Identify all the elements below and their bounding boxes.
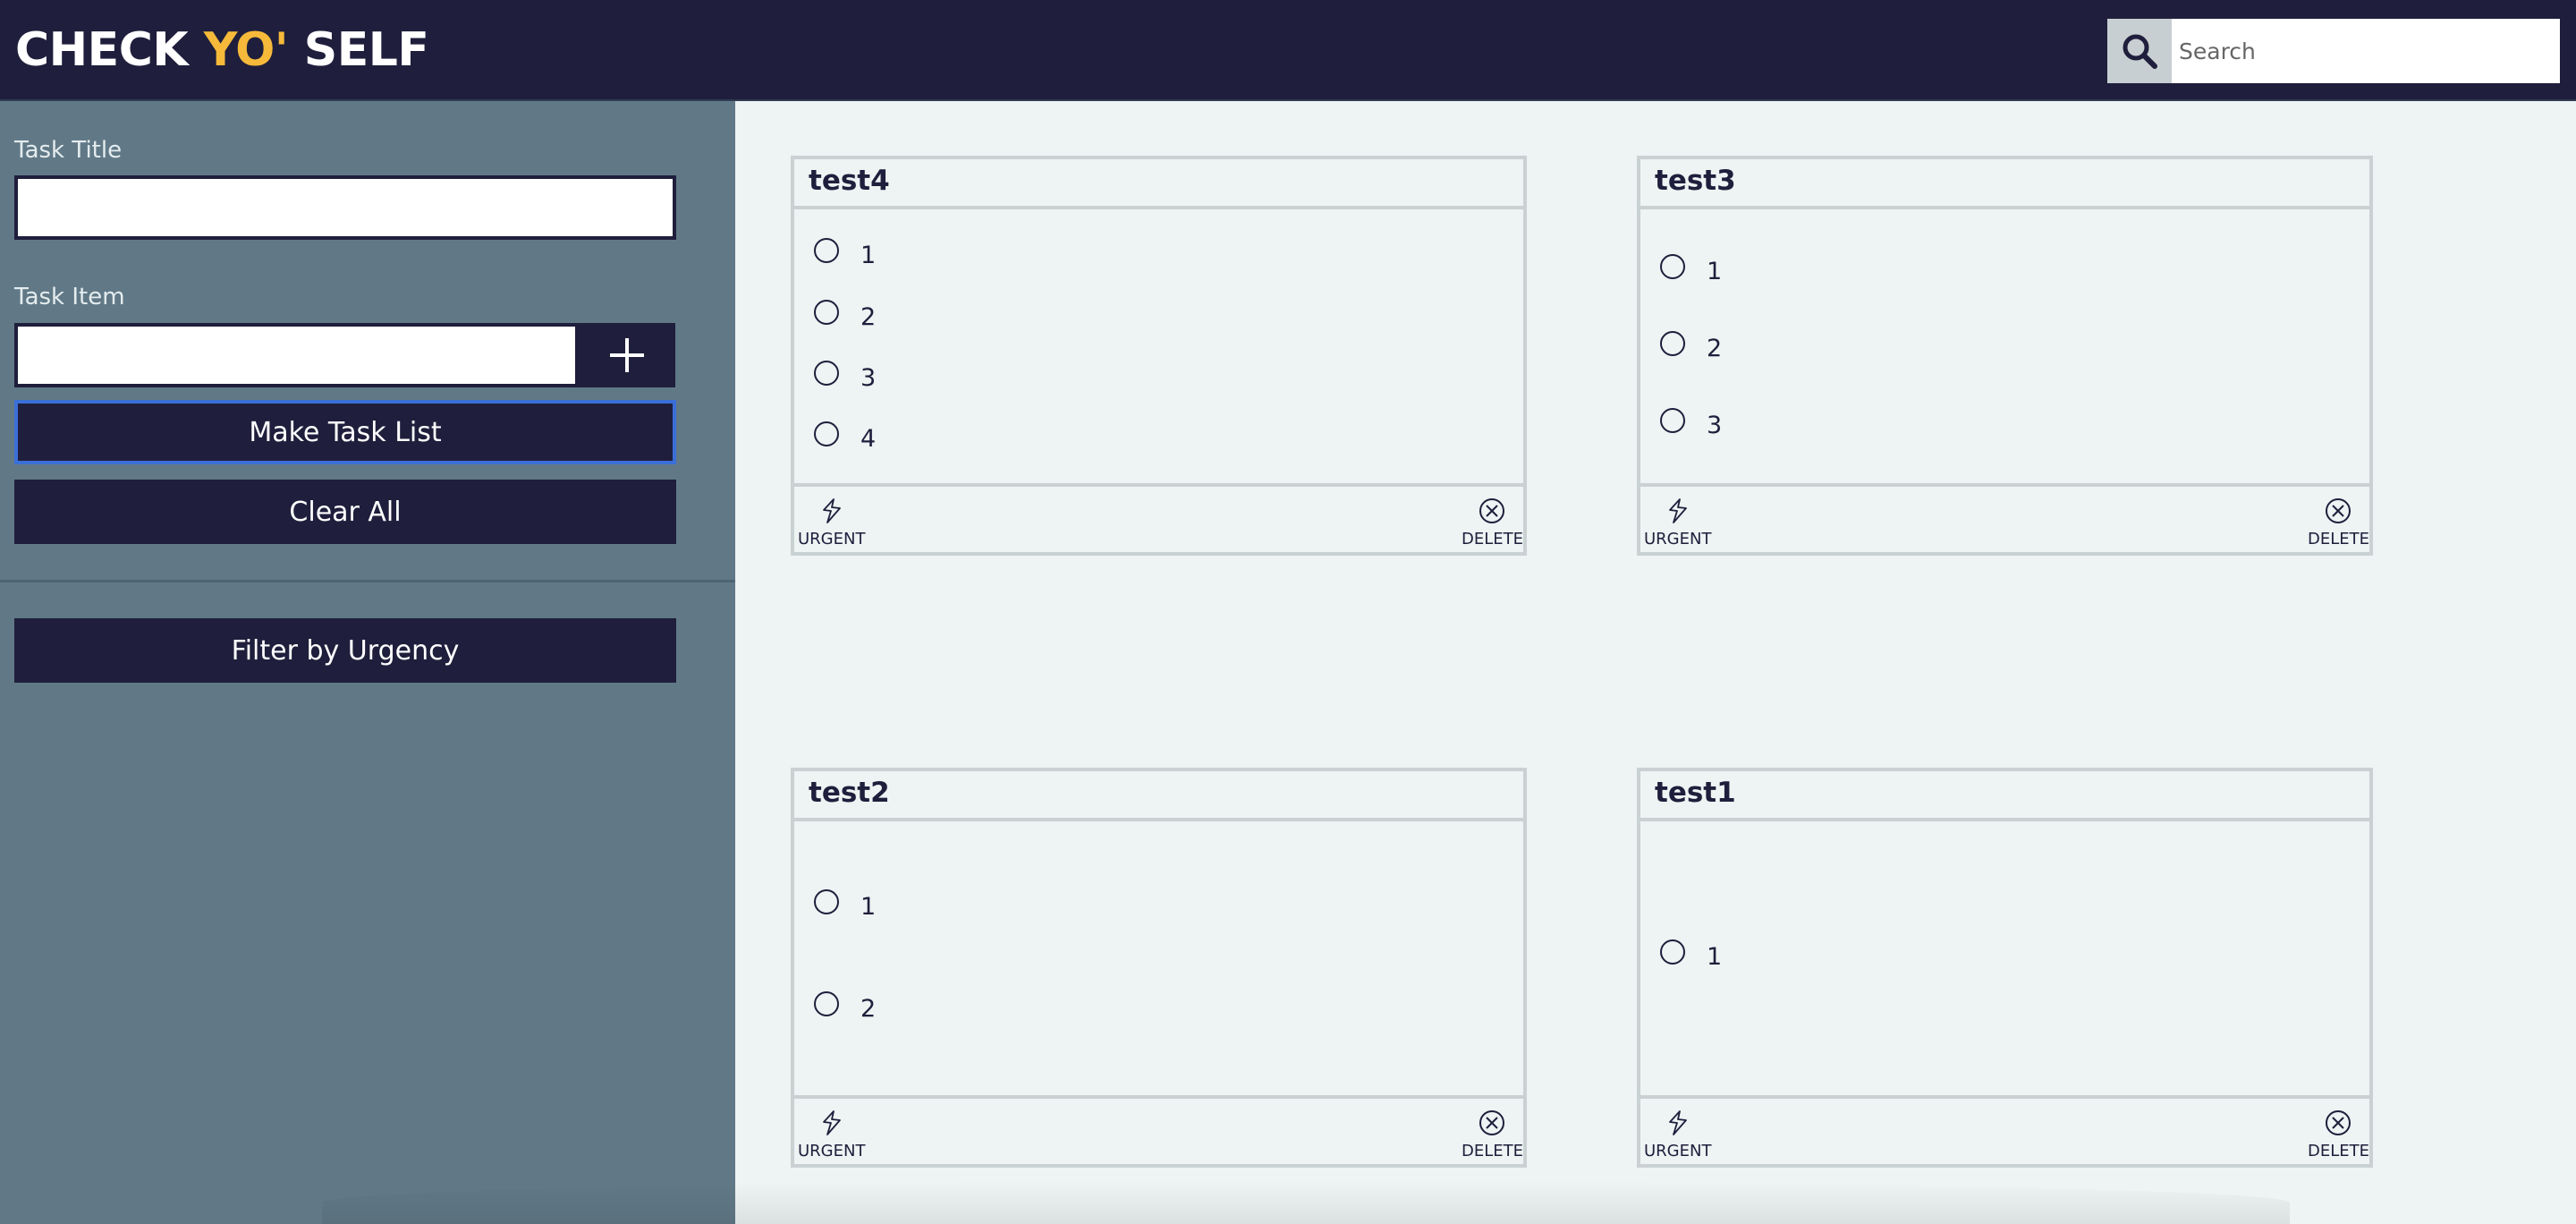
urgent-label: URGENT [798, 530, 866, 548]
make-task-list-button[interactable]: Make Task List [14, 400, 676, 464]
delete-label: DELETE [1461, 530, 1523, 548]
task-checkbox[interactable] [814, 360, 839, 386]
task-item-text: 1 [860, 242, 877, 269]
urgent-label: URGENT [798, 1142, 866, 1160]
task-item-input[interactable] [14, 323, 579, 387]
delete-button[interactable]: DELETE [1462, 497, 1523, 548]
delete-button[interactable]: DELETE [2308, 1109, 2369, 1160]
task-item-text: 2 [860, 303, 877, 331]
logo-text-self: SELF [288, 23, 429, 77]
card-title: test2 [794, 771, 1523, 821]
sidebar: Task Title Task Item Make Task List Clea… [0, 101, 735, 1224]
task-checkbox[interactable] [814, 888, 839, 914]
card-title: test4 [794, 159, 1523, 209]
task-card: test4 1 2 3 4 URGENT DELETE [791, 156, 1527, 556]
delete-label: DELETE [2307, 530, 2369, 548]
card-footer: URGENT DELETE [1640, 1095, 2369, 1164]
lightning-icon [1668, 498, 1687, 523]
task-item: 1 [814, 888, 876, 921]
task-item-text: 2 [860, 995, 877, 1023]
task-item-text: 4 [860, 425, 877, 453]
task-checkbox[interactable] [814, 421, 839, 446]
urgent-label: URGENT [1644, 530, 1712, 548]
app-header: CHECK YO' SELF [0, 0, 2576, 101]
urgent-label: URGENT [1644, 1142, 1712, 1160]
clear-all-button[interactable]: Clear All [14, 480, 676, 544]
search-button[interactable] [2107, 19, 2172, 83]
plus-icon [610, 338, 644, 372]
card-task-list: 1 2 3 [1640, 209, 2369, 483]
card-title: test3 [1640, 159, 2369, 209]
lightning-icon [822, 498, 841, 523]
task-item: 2 [1660, 329, 1722, 362]
task-checkbox[interactable] [1660, 939, 1685, 965]
task-item: 3 [1660, 406, 1722, 439]
card-task-list: 1 [1640, 821, 2369, 1095]
add-task-item-button[interactable] [579, 323, 675, 387]
search-input[interactable] [2172, 19, 2560, 83]
task-title-input[interactable] [14, 175, 676, 240]
delete-icon [2326, 1110, 2351, 1135]
task-card: test2 1 2 URGENT DELETE [791, 768, 1527, 1168]
search-bar [2107, 19, 2560, 83]
delete-button[interactable]: DELETE [1462, 1109, 1523, 1160]
task-checkbox[interactable] [814, 990, 839, 1016]
card-task-list: 1 2 3 4 [794, 209, 1523, 483]
task-item: 1 [814, 236, 876, 269]
task-item-text: 1 [1707, 258, 1723, 285]
delete-icon [1479, 498, 1505, 523]
task-title-label: Task Title [14, 137, 123, 164]
lightning-icon [822, 1110, 841, 1135]
task-item-text: 2 [1707, 335, 1723, 362]
task-item: 3 [814, 359, 876, 392]
card-footer: URGENT DELETE [794, 1095, 1523, 1164]
task-card: test3 1 2 3 URGENT DELETE [1637, 156, 2373, 556]
card-title: test1 [1640, 771, 2369, 821]
urgent-button[interactable]: URGENT [1644, 497, 1711, 548]
delete-label: DELETE [1461, 1142, 1523, 1160]
urgent-button[interactable]: URGENT [798, 497, 865, 548]
task-item: 1 [1660, 252, 1722, 285]
delete-button[interactable]: DELETE [2308, 497, 2369, 548]
task-card: test1 1 URGENT DELETE [1637, 768, 2373, 1168]
task-item-label: Task Item [14, 284, 125, 310]
task-item: 4 [814, 420, 876, 453]
filter-by-urgency-button[interactable]: Filter by Urgency [14, 618, 676, 683]
card-task-list: 1 2 [794, 821, 1523, 1095]
card-footer: URGENT DELETE [794, 483, 1523, 552]
task-item: 2 [814, 298, 876, 331]
urgent-button[interactable]: URGENT [1644, 1109, 1711, 1160]
search-icon [2123, 34, 2157, 69]
task-item: 1 [1660, 938, 1722, 971]
logo-text-check: CHECK [15, 23, 204, 77]
task-item-text: 3 [1707, 412, 1723, 439]
lightning-icon [1668, 1110, 1687, 1135]
delete-icon [1479, 1110, 1505, 1135]
delete-icon [2326, 498, 2351, 523]
card-footer: URGENT DELETE [1640, 483, 2369, 552]
task-checkbox[interactable] [1660, 330, 1685, 356]
task-checkbox[interactable] [1660, 253, 1685, 279]
task-checkbox[interactable] [1660, 407, 1685, 433]
task-item-text: 1 [1707, 943, 1723, 971]
delete-label: DELETE [2307, 1142, 2369, 1160]
urgent-button[interactable]: URGENT [798, 1109, 865, 1160]
logo-text-yo: YO' [203, 23, 289, 77]
task-item: 2 [814, 990, 876, 1023]
sidebar-divider [0, 580, 735, 582]
app-logo: CHECK YO' SELF [15, 23, 429, 77]
task-item-text: 3 [860, 364, 877, 392]
task-item-text: 1 [860, 893, 877, 921]
task-checkbox[interactable] [814, 237, 839, 263]
task-checkbox[interactable] [814, 299, 839, 325]
